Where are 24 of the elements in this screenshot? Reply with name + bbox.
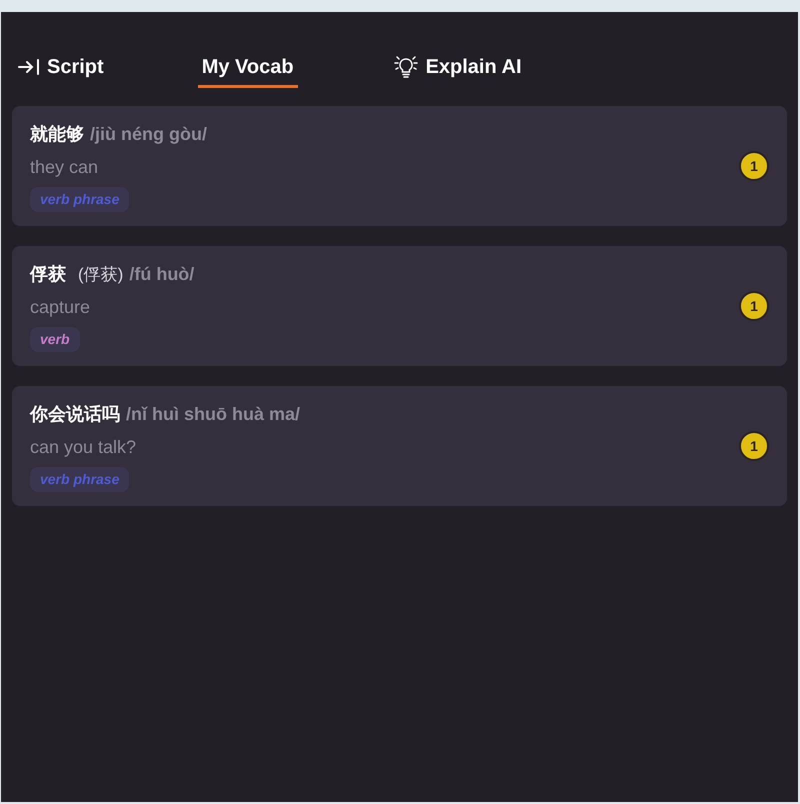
traditional-word: (俘获) <box>78 264 124 286</box>
vocab-card[interactable]: 俘获 (俘获) /fú huò/ capture verb 1 <box>12 246 787 366</box>
word-type-tag: verb phrase <box>30 186 130 212</box>
meaning: capture <box>30 296 92 319</box>
lightbulb-icon <box>392 54 420 78</box>
count-badge: 1 <box>739 431 769 461</box>
tab[interactable]: Script <box>13 48 108 88</box>
collapse-icon <box>17 56 41 76</box>
meaning: they can <box>30 156 100 179</box>
vocab-card[interactable]: 你会说话吗 /nǐ huì shuō huà ma/ can you talk? verb phrase 1 <box>12 386 787 506</box>
pinyin: /nǐ huì shuō huà ma/ <box>126 402 300 426</box>
word-type-tag: verb phrase <box>30 466 130 492</box>
vocab-card[interactable]: 就能够 /jiù néng gòu/ they can verb phrase 1 <box>12 106 787 226</box>
meaning: can you talk? <box>30 436 138 459</box>
vocab-word: 你会说话吗 <box>30 402 120 426</box>
pinyin: /fú huò/ <box>129 262 194 286</box>
tab[interactable]: Explain AI <box>388 48 526 88</box>
vocab-word: 就能够 <box>30 122 84 146</box>
vocab-word: 俘获 <box>30 262 66 286</box>
count-badge: 1 <box>739 291 769 321</box>
tab[interactable]: My Vocab <box>198 48 298 88</box>
pinyin: /jiù néng gòu/ <box>90 122 207 146</box>
count-badge: 1 <box>739 151 769 181</box>
word-type-tag: verb <box>30 326 80 352</box>
